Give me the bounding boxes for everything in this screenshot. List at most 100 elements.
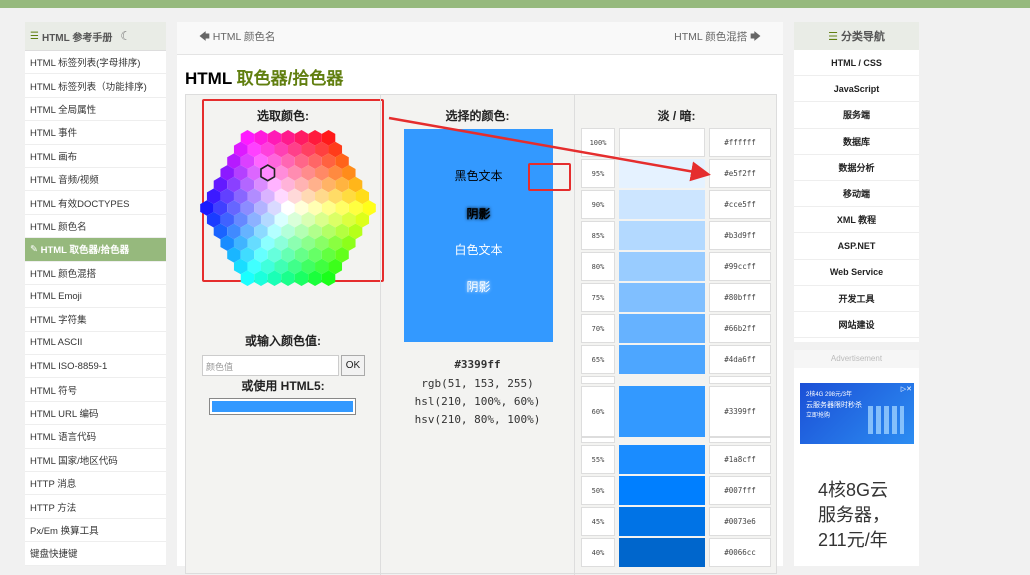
category-item[interactable]: 开发工具 [794, 286, 919, 312]
shade-hex: #3399ff [709, 386, 771, 437]
shade-row[interactable]: 100% #ffffff [581, 128, 771, 157]
next-label: HTML 颜色混搭 [674, 31, 748, 43]
sidebar-item-label: HTML ASCII [30, 337, 83, 349]
shade-swatch [619, 314, 705, 343]
sidebar-item[interactable]: HTML 国家/地区代码 [25, 449, 166, 473]
sidebar-item[interactable]: HTML 事件 [25, 121, 166, 145]
shade-row[interactable]: 90% #cce5ff [581, 190, 771, 219]
html5-color-input[interactable] [209, 398, 356, 415]
next-link[interactable]: HTML 颜色混搭 🡆 [674, 29, 761, 47]
ad-line3: 立即抢购 [806, 413, 831, 419]
shade-row[interactable]: 60% #3399ff [581, 386, 771, 437]
shade-hex: #cce5ff [709, 190, 771, 219]
shadow-sample-1: 阴影 [466, 207, 491, 221]
sidebar-item-label: 键盘快捷键 [30, 549, 78, 561]
category-item[interactable]: XML 教程 [794, 207, 919, 234]
shade-hex: #66b2ff [709, 314, 771, 343]
category-item[interactable]: ASP.NET [794, 233, 919, 260]
sidebar-item[interactable]: HTML URL 编码 [25, 402, 166, 426]
sidebar-item[interactable]: HTML ASCII [25, 332, 166, 356]
sidebar-item[interactable]: HTML Emoji [25, 285, 166, 309]
shade-row[interactable]: 80% #99ccff [581, 252, 771, 281]
sidebar-item-label: HTML 音频/视频 [30, 175, 99, 187]
category-item[interactable]: 数据库 [794, 129, 919, 155]
shade-gap-cell [619, 437, 705, 443]
list-icon: ☰ [30, 30, 39, 42]
sidebar-item[interactable]: Px/Em 换算工具 [25, 519, 166, 543]
category-item[interactable]: 移动端 [794, 181, 919, 208]
shade-hex: #ffffff [709, 128, 771, 157]
ad-banner[interactable]: ▷✕ 2核4G 298元/3年 云服务器限时秒杀 立即抢购 [800, 383, 914, 444]
shade-swatch [619, 386, 705, 437]
ad-text-2: 服务器， [818, 505, 890, 525]
shade-row[interactable]: 70% #66b2ff [581, 314, 771, 343]
sidebar-item[interactable]: HTML 标签列表(字母排序) [25, 51, 166, 75]
color-input[interactable]: 颜色值 [202, 355, 339, 376]
sidebar-item[interactable]: HTML 标签列表（功能排序) [25, 74, 166, 98]
shade-percent: 100% [581, 128, 615, 157]
shade-row[interactable]: 75% #80bfff [581, 283, 771, 312]
sidebar-item-label: HTML 标签列表（功能排序) [30, 81, 147, 93]
shade-row[interactable]: 85% #b3d9ff [581, 221, 771, 250]
shade-row[interactable]: 45% #0073e6 [581, 507, 771, 536]
title-highlight: 取色器/拾色器 [236, 69, 344, 88]
shade-hex: #1a8cff [709, 445, 771, 474]
category-item[interactable]: 网站建设 [794, 312, 919, 339]
sidebar-item[interactable]: ✎ HTML 取色器/拾色器 [25, 238, 166, 262]
sidebar-item[interactable]: HTML 字符集 [25, 308, 166, 332]
shade-row[interactable]: 95% #e5f2ff [581, 159, 771, 188]
selected-hex: #3399ff [454, 358, 501, 371]
sidebar-item[interactable]: HTTP 消息 [25, 472, 166, 496]
sidebar-item-label: HTML 语言代码 [30, 432, 97, 444]
category-item[interactable]: Web Service [794, 260, 919, 286]
sidebar-item[interactable]: HTML 语言代码 [25, 425, 166, 449]
list-icon: ☰ [828, 30, 838, 43]
sidebar-item[interactable]: HTML 颜色混搭 [25, 262, 166, 285]
input-color-heading: 或输入颜色值: [245, 334, 321, 348]
moon-icon[interactable]: ☾ [120, 29, 131, 43]
sidebar-item-label: HTML 标签列表(字母排序) [30, 58, 141, 70]
shade-row[interactable]: 65% #4da6ff [581, 345, 771, 374]
shade-percent: 65% [581, 345, 615, 374]
shade-hex: #007fff [709, 476, 771, 505]
ad-close-icon[interactable]: ▷✕ [901, 385, 912, 393]
ad-text[interactable]: 4核8G云 服务器， 211元/年 [818, 478, 890, 553]
shade-swatch [619, 221, 705, 250]
main-content: 🡄 HTML 颜色名 HTML 颜色混搭 🡆 HTML 取色器/拾色器 选取颜色… [177, 22, 783, 575]
arrow-right-icon: 🡆 [747, 31, 761, 43]
sidebar-item[interactable]: 键盘快捷键 [25, 542, 166, 566]
sidebar-item[interactable]: HTML 全局属性 [25, 98, 166, 122]
sidebar-item[interactable]: HTTP 方法 [25, 495, 166, 519]
sidebar-item[interactable]: HTML ISO-8859-1 [25, 355, 166, 379]
picker-column: 选取颜色: 或输入颜色值: 颜色值 OK 或使用 HTML5: [186, 95, 384, 575]
white-text-sample: 白色文本 [454, 243, 503, 257]
category-item[interactable]: HTML / CSS [794, 50, 919, 77]
right-sidebar: ☰ 分类导航 HTML / CSS JavaScript 服务端 数据库 数据分析 移动端 X… [794, 22, 919, 342]
shade-swatch [619, 345, 705, 374]
sidebar-title: HTML 参考手册 [41, 32, 113, 44]
prev-link[interactable]: 🡄 HTML 颜色名 [199, 29, 275, 47]
category-item[interactable]: 服务端 [794, 102, 919, 129]
category-list: HTML / CSS JavaScript 服务端 数据库 数据分析 移动端 XML 教程 A… [794, 50, 919, 339]
hex-color-map[interactable] [186, 123, 380, 293]
category-item[interactable]: JavaScript [794, 76, 919, 103]
sidebar-item[interactable]: HTML 符号 [25, 378, 166, 402]
shade-row[interactable]: 55% #1a8cff [581, 445, 771, 474]
shade-row[interactable]: 50% #007fff [581, 476, 771, 505]
title-prefix: HTML [185, 69, 237, 88]
shade-percent: 80% [581, 252, 615, 281]
sidebar-item-label: Px/Em 换算工具 [30, 526, 99, 537]
category-item[interactable]: 数据分析 [794, 155, 919, 181]
sidebar-item-label: HTML 画布 [30, 151, 78, 163]
shade-percent: 70% [581, 314, 615, 343]
ok-button[interactable]: OK [341, 355, 365, 376]
color-picker-panel: 选取颜色: 或输入颜色值: 颜色值 OK 或使用 HTML5: 选择的颜色: 黑… [185, 94, 777, 575]
ad-label: Advertisement [794, 350, 919, 368]
sidebar-item[interactable]: HTML 画布 [25, 145, 166, 168]
sidebar-item[interactable]: HTML 有效DOCTYPES [25, 191, 166, 215]
sidebar-item[interactable]: HTML 颜色名 [25, 215, 166, 239]
shade-percent: 95% [581, 159, 615, 188]
sidebar-item[interactable]: HTML 音频/视频 [25, 168, 166, 192]
html5-color-fill [212, 401, 353, 412]
shade-row[interactable]: 40% #0066cc [581, 538, 771, 567]
